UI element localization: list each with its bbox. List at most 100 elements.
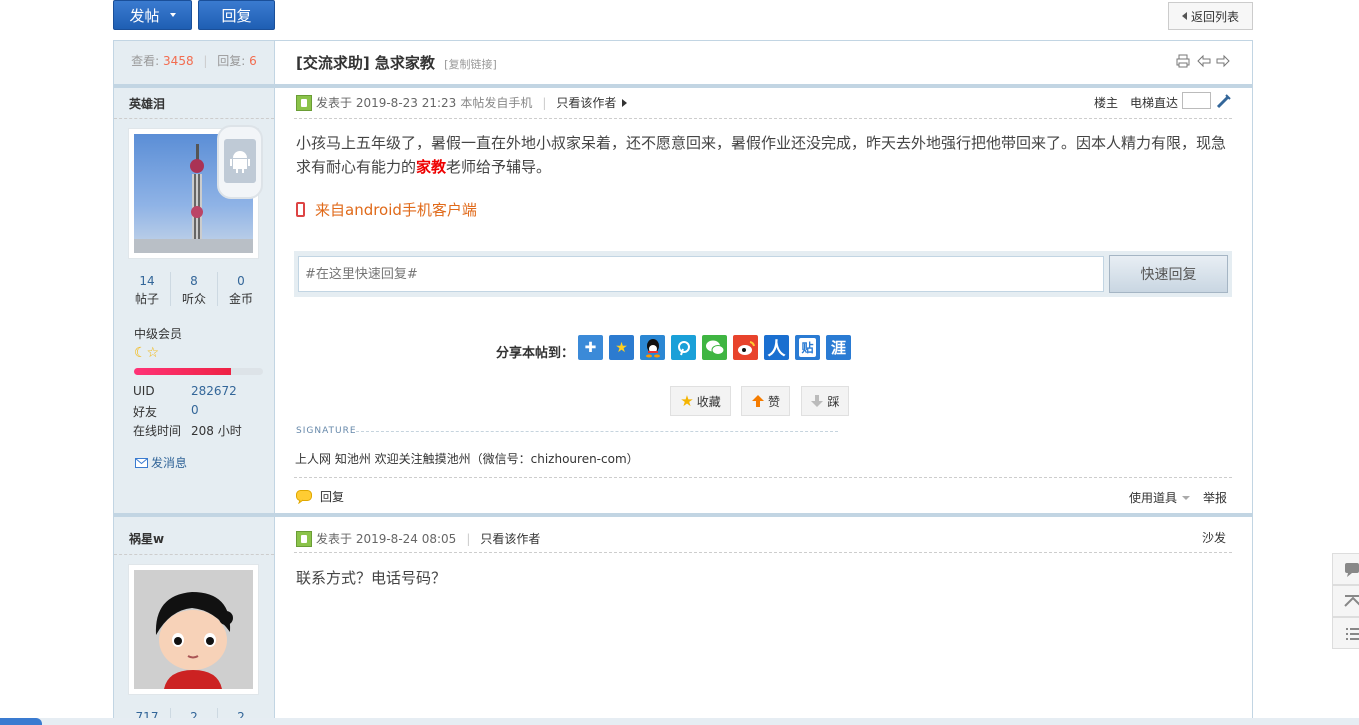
next-thread-icon[interactable] — [1216, 54, 1230, 68]
floor-label[interactable]: 楼主 — [1094, 94, 1118, 111]
only-author-link[interactable]: 只看该作者 — [556, 94, 616, 111]
share-wechat-icon[interactable] — [702, 335, 727, 360]
copy-link[interactable]: [复制链接] — [444, 58, 497, 71]
favorite-button[interactable]: ★ 收藏 — [670, 386, 731, 416]
post-text-end: 老师给予辅导。 — [446, 158, 552, 176]
share-tieba-icon[interactable]: 贴 — [795, 335, 820, 360]
side-top-button[interactable] — [1332, 585, 1359, 617]
comment-icon — [1345, 563, 1359, 577]
like-button[interactable]: 赞 — [741, 386, 790, 416]
highlight-keyword[interactable]: 家教 — [416, 158, 446, 176]
post-divider — [114, 513, 1252, 517]
share-renren-icon[interactable]: 人 — [764, 335, 789, 360]
back-to-top-icon — [1344, 595, 1359, 607]
stat-value: 14 — [139, 274, 155, 288]
report-link[interactable]: 举报 — [1203, 489, 1227, 506]
reply-button[interactable]: 回复 — [198, 0, 275, 30]
signature-divider — [356, 431, 838, 432]
stat-label: 听众 — [181, 292, 206, 306]
share-label: 分享本帖到： — [496, 346, 575, 361]
send-message-label: 发消息 — [151, 456, 188, 470]
start-button[interactable] — [0, 718, 42, 725]
post-meta: 发表于 2019-8-23 21:23 本帖发自手机 | 只看该作者 — [296, 94, 628, 111]
new-post-button[interactable]: 发帖 — [113, 0, 192, 30]
share-weibo-icon[interactable] — [733, 335, 758, 360]
user-stat-gold[interactable]: 0 金币 — [218, 274, 264, 307]
thread-stats: 查看: 3458 | 回复: 6 — [131, 54, 257, 68]
send-message-link[interactable]: 发消息 — [135, 454, 187, 471]
floor-label[interactable]: 沙发 — [1202, 529, 1226, 546]
from-client-link[interactable]: 来自android手机客户端 — [296, 199, 477, 220]
divider — [294, 477, 1232, 478]
side-comment-button[interactable] — [1332, 553, 1359, 585]
tools-label: 使用道具 — [1129, 491, 1178, 505]
author-name[interactable]: 祸星w — [129, 530, 164, 547]
print-icon[interactable] — [1176, 54, 1190, 68]
friends-label: 好友 — [133, 405, 158, 419]
rank-progress-fill — [134, 368, 231, 375]
arrow-right-icon — [622, 98, 628, 107]
go-floor-icon[interactable] — [1216, 93, 1232, 109]
share-plus-icon[interactable]: ✚ — [578, 335, 603, 360]
phone-icon — [296, 202, 305, 217]
user-stat-followers[interactable]: 8 听众 — [171, 274, 217, 307]
author-name[interactable]: 英雄泪 — [129, 95, 165, 112]
reply-label: 回复 — [221, 6, 252, 25]
stat-value: 8 — [190, 274, 198, 288]
stat-value: 0 — [237, 274, 245, 288]
chevron-down-icon — [169, 13, 176, 17]
avatar[interactable] — [128, 564, 259, 695]
header-divider — [114, 84, 1252, 88]
divider — [294, 552, 1232, 553]
mobile-post-icon — [296, 94, 312, 111]
share-qzone-icon[interactable]: ★ — [609, 335, 634, 360]
comment-icon — [296, 489, 312, 504]
uid-label: UID — [133, 384, 155, 398]
quick-reply-input[interactable] — [298, 256, 1104, 292]
sidebar-divider — [274, 41, 275, 725]
posted-via: 本帖发自手机 — [460, 96, 533, 110]
user-stat-posts[interactable]: 14 帖子 — [124, 274, 170, 307]
replies-label: 回复: — [217, 54, 246, 68]
bottom-taskbar — [0, 718, 1359, 725]
share-tencent-weibo-icon[interactable] — [671, 335, 696, 360]
online-label: 在线时间 — [133, 424, 182, 438]
avatar[interactable] — [128, 125, 263, 259]
post-body: 小孩马上五年级了，暑假一直在外地小叔家呆着，还不愿意回来，暑假作业还没完成，昨天… — [296, 131, 1231, 179]
views-count: 3458 — [163, 54, 194, 68]
elevator-label: 电梯直达 — [1130, 96, 1179, 110]
back-to-list-button[interactable]: 返回列表 — [1168, 2, 1253, 30]
star-icon: ★ — [680, 392, 694, 410]
user-rank[interactable]: 中级会员 — [134, 325, 182, 342]
signature-text: 上人网 知池州 欢迎关注触摸池州（微信号：chizhouren-com） — [295, 452, 639, 466]
replies-count: 6 — [249, 54, 257, 68]
new-post-label: 发帖 — [129, 6, 160, 25]
thread-title-text: [交流求助] 急求家教 — [296, 54, 435, 72]
uid-value[interactable]: 282672 — [191, 384, 237, 398]
post-body: 联系方式？电话号码？ — [296, 569, 447, 587]
quick-reply-button[interactable]: 快速回复 — [1109, 255, 1228, 293]
post-reply-link[interactable]: 回复 — [296, 488, 344, 505]
elevator-input[interactable] — [1182, 92, 1211, 109]
share-kaixin-icon[interactable]: 涯 — [826, 335, 851, 360]
envelope-icon — [135, 457, 148, 468]
signature-label: SIGNATURE — [296, 426, 357, 436]
online-value: 208 小时 — [191, 424, 242, 438]
post-date: 发表于 2019-8-23 21:23 — [316, 96, 457, 110]
dislike-button[interactable]: 踩 — [801, 386, 849, 416]
back-label: 返回列表 — [1190, 9, 1239, 24]
android-badge — [217, 125, 263, 199]
dislike-label: 踩 — [827, 394, 840, 409]
only-author-link[interactable]: 只看该作者 — [480, 530, 540, 547]
from-client-text: 来自android手机客户端 — [315, 201, 477, 219]
cartoon-avatar — [134, 570, 253, 689]
side-list-button[interactable] — [1332, 617, 1359, 649]
views-label: 查看: — [131, 54, 160, 68]
list-icon — [1346, 628, 1359, 640]
back-arrow-icon — [1181, 12, 1187, 20]
friends-value[interactable]: 0 — [191, 403, 199, 417]
prev-thread-icon[interactable] — [1197, 54, 1211, 68]
share-qq-icon[interactable] — [640, 335, 665, 360]
use-tools-menu[interactable]: 使用道具 — [1129, 489, 1191, 506]
like-label: 赞 — [767, 394, 780, 409]
